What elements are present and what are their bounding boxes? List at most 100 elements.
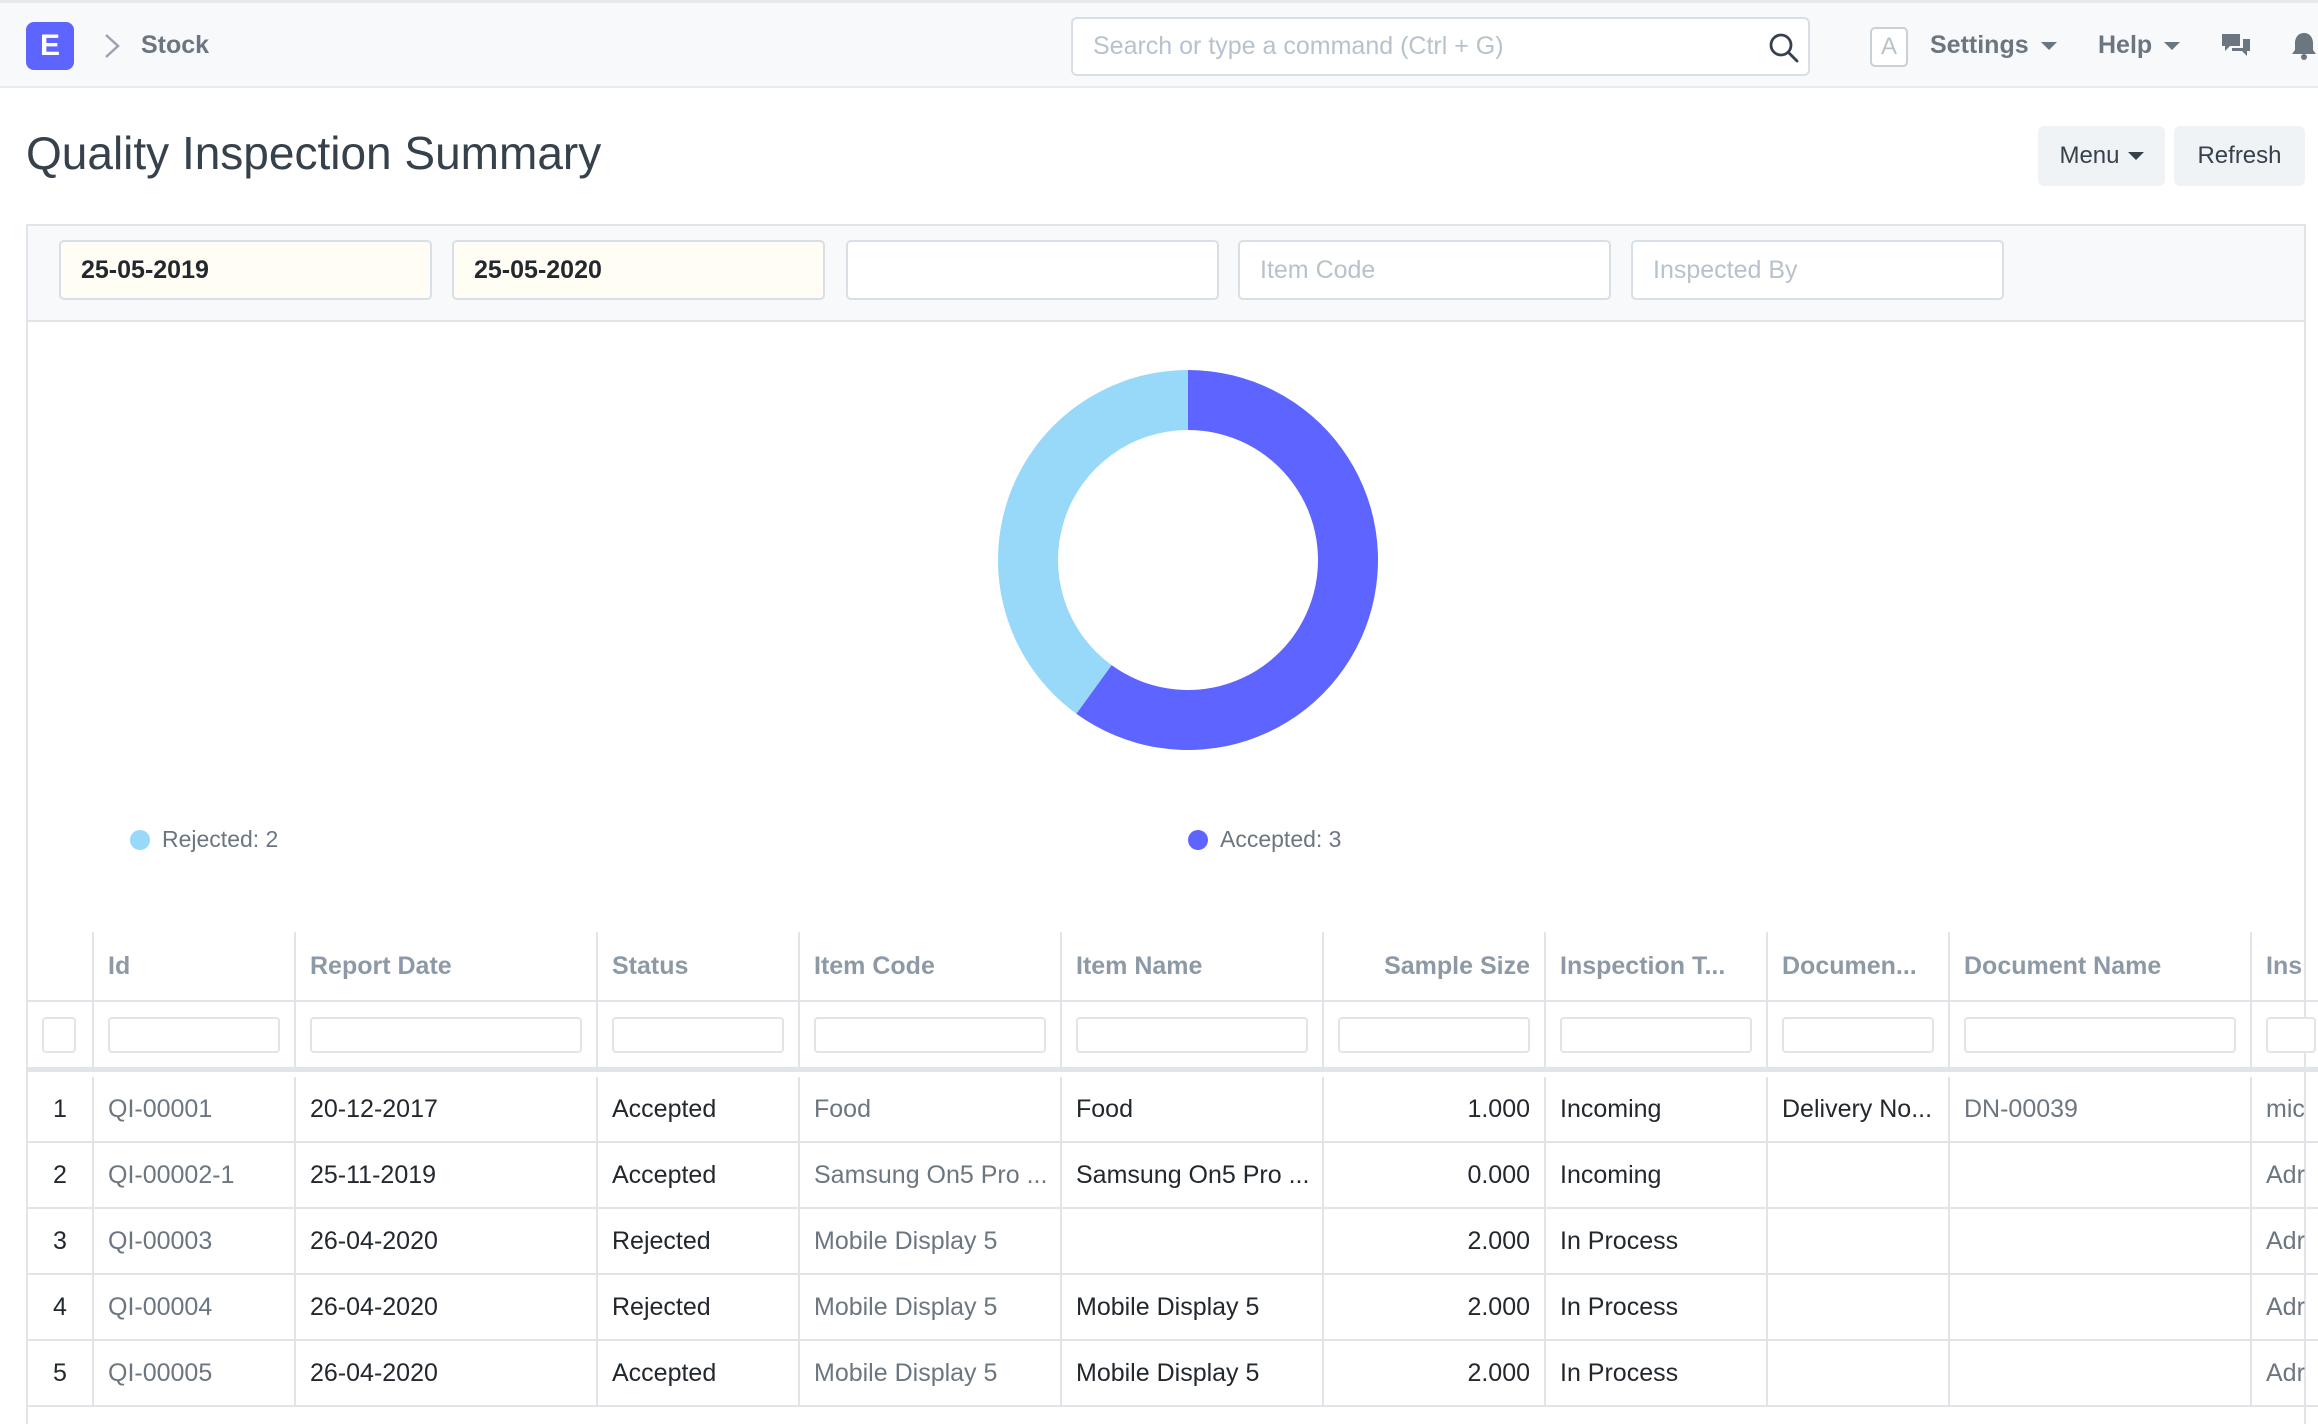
column-header-item-code[interactable]: Item Code xyxy=(800,932,1062,1000)
refresh-button[interactable]: Refresh xyxy=(2174,126,2305,186)
table-row[interactable]: 3 QI-00003 26-04-2020 Rejected Mobile Displa… xyxy=(28,1209,2318,1275)
column-header-document-type[interactable]: Documen... xyxy=(1768,932,1950,1000)
cell-item-code[interactable]: Food xyxy=(800,1077,1062,1141)
cell-document-name[interactable] xyxy=(1950,1143,2252,1207)
column-header-row-number[interactable] xyxy=(28,932,94,1000)
cell-row-number[interactable]: 5 xyxy=(28,1341,94,1405)
cell-inspected-by[interactable]: Adr xyxy=(2252,1275,2318,1339)
from-date-filter[interactable] xyxy=(59,240,432,300)
column-header-inspection-type[interactable]: Inspection T... xyxy=(1546,932,1768,1000)
column-filter-document-name[interactable] xyxy=(1964,1016,2236,1053)
column-header-report-date[interactable]: Report Date xyxy=(296,932,598,1000)
cell-row-number[interactable]: 1 xyxy=(28,1077,94,1141)
column-filter-report-date[interactable] xyxy=(310,1016,582,1053)
breadcrumb-stock[interactable]: Stock xyxy=(141,31,209,60)
cell-status[interactable]: Accepted xyxy=(598,1143,800,1207)
cell-inspected-by[interactable]: Adr xyxy=(2252,1341,2318,1405)
cell-document-type[interactable] xyxy=(1768,1275,1950,1339)
column-filter-id[interactable] xyxy=(108,1016,280,1053)
cell-item-code[interactable]: Mobile Display 5 xyxy=(800,1275,1062,1339)
cell-row-number[interactable]: 2 xyxy=(28,1143,94,1207)
cell-id[interactable]: QI-00005 xyxy=(94,1341,296,1405)
cell-document-type[interactable] xyxy=(1768,1209,1950,1273)
search-input[interactable] xyxy=(1071,17,1810,76)
search-icon[interactable] xyxy=(1768,32,1800,64)
cell-report-date[interactable]: 26-04-2020 xyxy=(296,1275,598,1339)
column-filter-status[interactable] xyxy=(612,1016,784,1053)
cell-item-code[interactable]: Mobile Display 5 xyxy=(800,1209,1062,1273)
cell-id[interactable]: QI-00002-1 xyxy=(94,1143,296,1207)
cell-id[interactable]: QI-00003 xyxy=(94,1209,296,1273)
settings-dropdown[interactable]: Settings xyxy=(1930,31,2057,60)
cell-id[interactable]: QI-00001 xyxy=(94,1077,296,1141)
table-row[interactable]: 5 QI-00005 26-04-2020 Accepted Mobile Displa… xyxy=(28,1341,2318,1407)
cell-document-name[interactable] xyxy=(1950,1341,2252,1405)
cell-document-type[interactable]: Delivery No... xyxy=(1768,1077,1950,1141)
cell-status[interactable]: Accepted xyxy=(598,1077,800,1141)
select-all-checkbox[interactable] xyxy=(42,1016,76,1053)
legend-accepted: Accepted: 3 xyxy=(1188,826,1341,853)
column-header-document-name[interactable]: Document Name xyxy=(1950,932,2252,1000)
cell-item-name[interactable]: Mobile Display 5 xyxy=(1062,1341,1324,1405)
column-header-sample-size[interactable]: Sample Size xyxy=(1324,932,1546,1000)
table-row[interactable]: 2 QI-00002-1 25-11-2019 Accepted Samsung On5… xyxy=(28,1143,2318,1209)
cell-sample-size[interactable]: 2.000 xyxy=(1324,1341,1546,1405)
column-filter-item-name[interactable] xyxy=(1076,1016,1308,1053)
table-row[interactable]: 4 QI-00004 26-04-2020 Rejected Mobile Displa… xyxy=(28,1275,2318,1341)
cell-sample-size[interactable]: 2.000 xyxy=(1324,1209,1546,1273)
cell-document-name[interactable]: DN-00039 xyxy=(1950,1077,2252,1141)
cell-document-type[interactable] xyxy=(1768,1341,1950,1405)
app-logo[interactable]: E xyxy=(26,22,74,70)
column-header-inspected-by[interactable]: Ins xyxy=(2252,932,2318,1000)
cell-item-name[interactable]: Samsung On5 Pro ... xyxy=(1062,1143,1324,1207)
help-dropdown[interactable]: Help xyxy=(2098,31,2181,60)
cell-document-type[interactable] xyxy=(1768,1143,1950,1207)
cell-item-code[interactable]: Mobile Display 5 xyxy=(800,1341,1062,1405)
item-code-filter[interactable] xyxy=(1238,240,1611,300)
column-filter-inspection-type[interactable] xyxy=(1560,1016,1752,1053)
cell-inspection-type[interactable]: In Process xyxy=(1546,1275,1768,1339)
status-filter[interactable] xyxy=(846,240,1219,300)
cell-document-name[interactable] xyxy=(1950,1275,2252,1339)
cell-inspection-type[interactable]: Incoming xyxy=(1546,1077,1768,1141)
cell-sample-size[interactable]: 0.000 xyxy=(1324,1143,1546,1207)
cell-document-name[interactable] xyxy=(1950,1209,2252,1273)
column-filter-sample-size[interactable] xyxy=(1338,1016,1530,1053)
bell-icon[interactable] xyxy=(2290,31,2318,61)
cell-row-number[interactable]: 3 xyxy=(28,1209,94,1273)
column-filter-inspected-by[interactable] xyxy=(2266,1016,2316,1053)
cell-inspected-by[interactable]: mic xyxy=(2252,1077,2318,1141)
cell-report-date[interactable]: 25-11-2019 xyxy=(296,1143,598,1207)
cell-status[interactable]: Rejected xyxy=(598,1209,800,1273)
column-header-status[interactable]: Status xyxy=(598,932,800,1000)
cell-inspection-type[interactable]: In Process xyxy=(1546,1341,1768,1405)
to-date-filter[interactable] xyxy=(452,240,825,300)
column-header-id[interactable]: Id xyxy=(94,932,296,1000)
cell-item-name[interactable]: Mobile Display 5 xyxy=(1062,1275,1324,1339)
cell-inspected-by[interactable]: Adr xyxy=(2252,1143,2318,1207)
column-header-item-name[interactable]: Item Name xyxy=(1062,932,1324,1000)
cell-status[interactable]: Rejected xyxy=(598,1275,800,1339)
cell-item-name[interactable]: Food xyxy=(1062,1077,1324,1141)
cell-item-name[interactable] xyxy=(1062,1209,1324,1273)
inspected-by-filter[interactable] xyxy=(1631,240,2004,300)
donut-slice-rejected[interactable] xyxy=(998,370,1188,714)
cell-sample-size[interactable]: 2.000 xyxy=(1324,1275,1546,1339)
column-filter-document-type[interactable] xyxy=(1782,1016,1934,1053)
cell-inspection-type[interactable]: Incoming xyxy=(1546,1143,1768,1207)
cell-inspection-type[interactable]: In Process xyxy=(1546,1209,1768,1273)
cell-inspected-by[interactable]: Adr xyxy=(2252,1209,2318,1273)
menu-button[interactable]: Menu xyxy=(2038,126,2165,186)
cell-report-date[interactable]: 26-04-2020 xyxy=(296,1341,598,1405)
cell-status[interactable]: Accepted xyxy=(598,1341,800,1405)
cell-item-code[interactable]: Samsung On5 Pro ... xyxy=(800,1143,1062,1207)
cell-sample-size[interactable]: 1.000 xyxy=(1324,1077,1546,1141)
chat-icon[interactable] xyxy=(2220,31,2252,61)
column-filter-item-code[interactable] xyxy=(814,1016,1046,1053)
cell-report-date[interactable]: 20-12-2017 xyxy=(296,1077,598,1141)
cell-report-date[interactable]: 26-04-2020 xyxy=(296,1209,598,1273)
cell-row-number[interactable]: 4 xyxy=(28,1275,94,1339)
avatar[interactable]: A xyxy=(1870,27,1908,67)
table-row[interactable]: 1 QI-00001 20-12-2017 Accepted Food Food 1.000… xyxy=(28,1077,2318,1143)
cell-id[interactable]: QI-00004 xyxy=(94,1275,296,1339)
